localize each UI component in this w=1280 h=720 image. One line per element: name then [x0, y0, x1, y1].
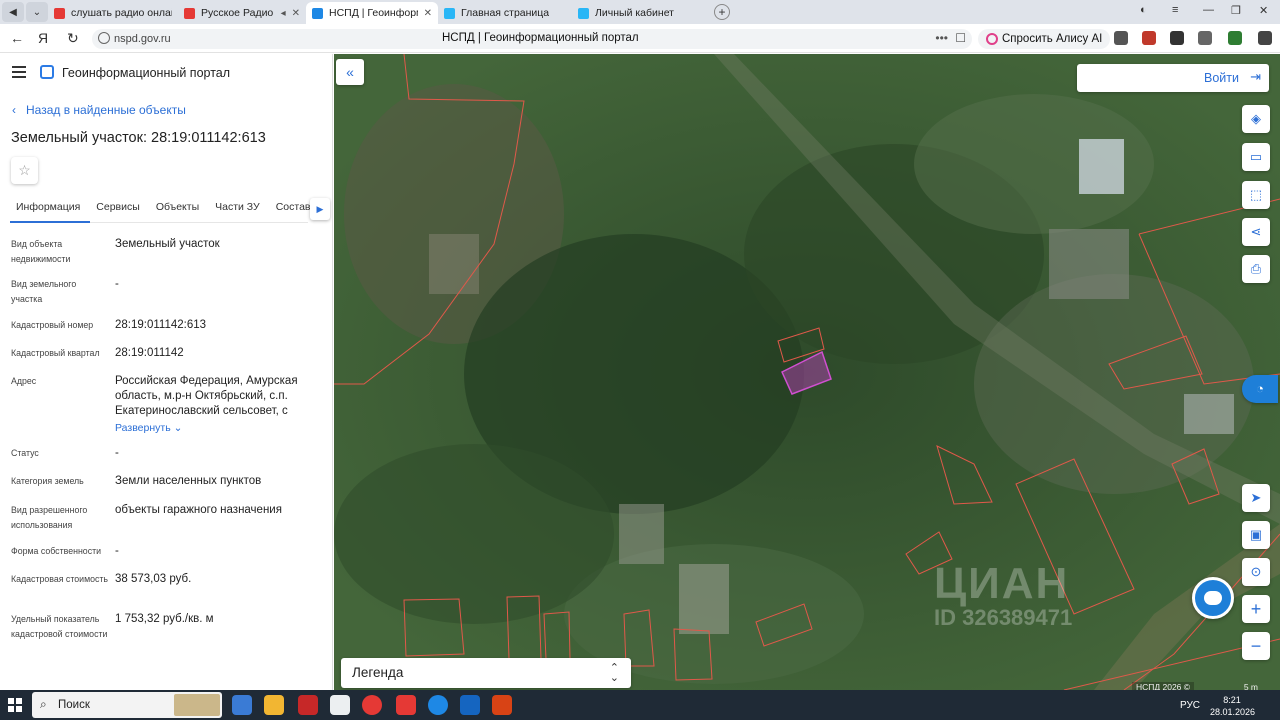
yandex-favicon-icon: [54, 7, 65, 19]
new-tab-plus-icon[interactable]: +: [714, 4, 730, 20]
share-icon[interactable]: ⋖: [1242, 218, 1270, 246]
login-arrow-icon: ⇥: [1250, 69, 1261, 84]
login-button[interactable]: Войти ⇥: [1077, 64, 1269, 92]
chevron-left-icon: ‹: [12, 103, 16, 117]
up-down-chevron-icon: ⌃ ⌄: [609, 662, 619, 684]
search-highlight-image: [174, 694, 220, 716]
extension-icon[interactable]: [1114, 31, 1128, 45]
app-icon[interactable]: [492, 695, 512, 715]
extension-icon[interactable]: [1198, 31, 1212, 45]
zoom-out-icon[interactable]: −: [1242, 632, 1270, 660]
site-security-icon[interactable]: [98, 32, 110, 44]
alice-icon: [986, 33, 998, 45]
favorite-star-icon[interactable]: ☆: [11, 157, 38, 184]
address-value: Российская Федерация, Амурская область, …: [115, 375, 298, 417]
nspd-favicon-icon: [312, 7, 323, 19]
tab-main-page[interactable]: Главная страница: [438, 2, 572, 24]
object-info-panel: Геоинформационный портал ‹ Назад в найден…: [0, 54, 333, 690]
tab-audio-icon: ◂: [280, 7, 286, 19]
yandex-logo-icon[interactable]: Я: [38, 30, 48, 46]
windows-start-icon[interactable]: [8, 698, 22, 712]
copyright-note: НСПД 2026 ©: [1132, 682, 1195, 690]
minimize-icon[interactable]: —: [1203, 4, 1214, 16]
location-pin-icon[interactable]: ⊙: [1242, 558, 1270, 586]
tab-information[interactable]: Информация: [10, 197, 91, 223]
collapse-panel-icon[interactable]: «: [336, 59, 364, 85]
cian-watermark: ЦИАН ID 326389471: [934, 559, 1073, 630]
tab-russkoe-radio[interactable]: Русское Радио — сл ◂ ✕: [178, 2, 306, 24]
tab-close-icon[interactable]: ✕: [424, 8, 432, 19]
select-area-icon[interactable]: ⬚: [1242, 181, 1270, 209]
extension-icon[interactable]: [1142, 31, 1156, 45]
back-arrow-icon[interactable]: ←: [10, 30, 24, 46]
reload-icon[interactable]: ↻: [67, 30, 79, 47]
chat-icon[interactable]: [1192, 577, 1234, 619]
legend-dropdown[interactable]: Легенда ⌃ ⌄: [341, 658, 631, 688]
print-icon[interactable]: ⎙: [1242, 255, 1270, 283]
restore-icon[interactable]: ❐: [1231, 4, 1241, 17]
map-view[interactable]: « Войти ⇥ ◈ ▭ ⬚ ⋖ ⎙ ◔ ➤ ▣ ⊙ + − ЦИАН ID …: [334, 54, 1280, 690]
clock[interactable]: 8:21 28.01.2026: [1210, 694, 1255, 718]
assistant-icon[interactable]: ◔: [1242, 375, 1278, 403]
window-menu-icon[interactable]: ≡: [1172, 4, 1178, 16]
bookmark-icon[interactable]: ☐: [955, 31, 966, 45]
tab-personal-cabinet[interactable]: Личный кабинет: [572, 2, 706, 24]
speaker-icon[interactable]: ◀: [2, 2, 24, 22]
minimap-icon[interactable]: ▣: [1242, 521, 1270, 549]
profile-icon[interactable]: ◐: [1140, 4, 1147, 16]
address-bar: ← Я ↻ nspd.gov.ru НСПД | Геоинформационн…: [0, 24, 1280, 53]
portal-logo-icon: [40, 65, 54, 79]
edge-icon[interactable]: [428, 695, 448, 715]
object-title: Земельный участок: 28:19:011142:613: [11, 130, 266, 146]
layers-icon[interactable]: ◈: [1242, 105, 1270, 133]
close-window-icon[interactable]: ✕: [1259, 4, 1268, 17]
info-tabs: Информация Сервисы Объекты Части ЗУ Сост…: [10, 197, 310, 223]
tab-close-icon[interactable]: ✕: [292, 8, 300, 19]
tab-objects[interactable]: Объекты: [150, 197, 209, 223]
tabs-next-icon[interactable]: ▶: [310, 198, 330, 220]
taskview-icon[interactable]: [232, 695, 252, 715]
url-field[interactable]: nspd.gov.ru НСПД | Геоинформационный пор…: [92, 29, 972, 49]
menu-icon[interactable]: [12, 66, 26, 78]
downloads-icon[interactable]: [1258, 31, 1272, 45]
site-favicon-icon: [578, 7, 589, 19]
ruler-icon[interactable]: ▭: [1242, 143, 1270, 171]
taskbar: ⌕ Поиск РУС 8:21 28.01.2026: [0, 690, 1280, 720]
tabs-menu-chevron-icon[interactable]: ⌄: [26, 2, 48, 22]
media-icon[interactable]: [1170, 31, 1184, 45]
portal-title: Геоинформационный портал: [62, 66, 231, 80]
zoom-in-icon[interactable]: +: [1242, 595, 1270, 623]
expand-link[interactable]: Развернуть ⌄: [115, 422, 182, 434]
file-explorer-icon[interactable]: [264, 695, 284, 715]
search-icon: ⌕: [40, 697, 47, 711]
scale-bar: 5 m: [1224, 682, 1258, 690]
yandex-icon[interactable]: [396, 695, 416, 715]
tab-services[interactable]: Сервисы: [90, 197, 150, 223]
tab-radio[interactable]: слушать радио онлайн бе: [48, 2, 178, 24]
chevron-down-icon: ⌄: [173, 422, 183, 434]
extension-icon[interactable]: [1228, 31, 1242, 45]
language-indicator[interactable]: РУС: [1180, 700, 1200, 711]
browser-tab-bar: ◀ ⌄ слушать радио онлайн бе Русское Ради…: [0, 0, 1280, 24]
yandex-browser-icon[interactable]: [362, 695, 382, 715]
back-to-results-link[interactable]: ‹ Назад в найденные объекты: [12, 103, 186, 117]
app-icon[interactable]: [330, 695, 350, 715]
tab-parts[interactable]: Части ЗУ: [209, 197, 270, 223]
more-dots-icon[interactable]: •••: [935, 31, 948, 45]
satellite-imagery: [334, 54, 1280, 690]
tab-nspd[interactable]: НСПД | Геоинформаци ✕: [306, 2, 438, 24]
site-favicon-icon: [444, 7, 455, 19]
ask-alice-button[interactable]: Спросить Алису AI: [978, 29, 1111, 49]
geolocation-icon[interactable]: ➤: [1242, 484, 1270, 512]
youtube-favicon-icon: [184, 7, 195, 19]
taskbar-search-box[interactable]: ⌕ Поиск: [32, 692, 222, 718]
page-title: НСПД | Геоинформационный портал: [442, 32, 639, 44]
app-icon[interactable]: [298, 695, 318, 715]
bing-icon[interactable]: [460, 695, 480, 715]
